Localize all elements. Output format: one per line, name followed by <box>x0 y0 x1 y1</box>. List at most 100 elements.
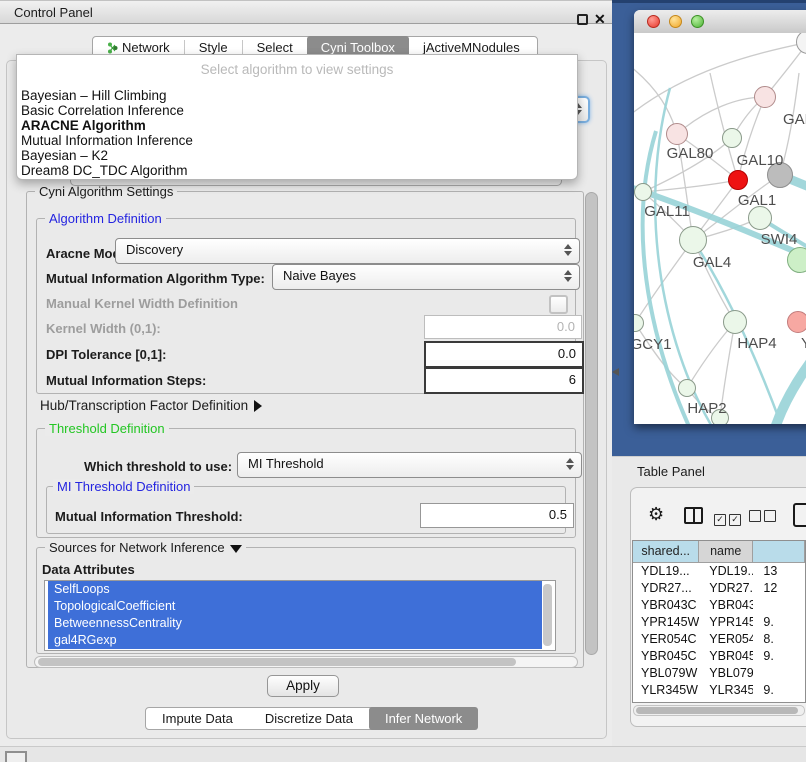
network-node-swi4[interactable] <box>787 247 806 273</box>
network-node[interactable] <box>787 311 806 333</box>
algorithm-option[interactable]: Bayesian – K2 <box>21 148 108 163</box>
table-row[interactable]: YBR043CYBR043C <box>633 597 805 614</box>
network-canvas[interactable]: GAL80 GAL10 GAL1 GAL11 SWI4 GAL4 GCY1 HA… <box>634 33 806 424</box>
kernel-width-field: 0.0 <box>424 315 582 339</box>
manual-kernel-checkbox[interactable] <box>549 295 568 314</box>
list-scrollbar-thumb[interactable] <box>543 584 552 646</box>
attribute-item[interactable]: SelfLoops <box>48 581 542 598</box>
network-edges <box>634 33 806 424</box>
mi-threshold-label: Mutual Information Threshold: <box>55 509 243 524</box>
network-window-titlebar[interactable] <box>634 10 806 34</box>
which-threshold-label: Which threshold to use: <box>84 459 232 474</box>
table-row[interactable]: YBL079WYBL079W <box>633 665 805 682</box>
collapse-down-icon[interactable] <box>230 545 242 553</box>
zoom-button[interactable] <box>691 15 704 28</box>
node-label: GCY1 <box>634 336 687 353</box>
table-row[interactable]: YJL052CYJL052C9 <box>633 699 805 703</box>
mi-threshold-field[interactable]: 0.5 <box>420 503 574 528</box>
dpi-tolerance-field[interactable]: 0.0 <box>424 341 584 368</box>
node-label: HAP4 <box>721 335 793 352</box>
algorithm-option[interactable]: Bayesian – Hill Climbing <box>21 88 167 103</box>
control-panel-title: Control Panel <box>14 5 93 20</box>
horizontal-scrollbar-thumb[interactable] <box>38 658 516 666</box>
algorithm-option[interactable]: Basic Correlation Inference <box>21 103 184 118</box>
algorithm-option[interactable]: Mutual Information Inference <box>21 133 193 148</box>
close-icon[interactable]: ✕ <box>594 11 606 28</box>
mi-steps-label: Mutual Information Steps: <box>46 373 206 388</box>
threshold-definition-legend: Threshold Definition <box>45 421 169 436</box>
screen: Control Panel ✕ Network Style Select Cyn… <box>0 0 806 762</box>
column-header-shared-name[interactable]: shared... <box>633 541 699 563</box>
document-icon[interactable] <box>793 503 806 527</box>
algorithm-dropdown-list: Select algorithm to view settings Bayesi… <box>16 54 578 180</box>
algorithm-option[interactable]: Dream8 DC_TDC Algorithm <box>21 163 188 178</box>
tab-discretize-data[interactable]: Discretize Data <box>249 707 369 730</box>
minimize-button[interactable] <box>669 15 682 28</box>
gear-icon[interactable]: ⚙ <box>648 505 664 523</box>
attribute-item[interactable]: BetweennessCentrality <box>48 615 542 632</box>
table-row[interactable]: YBR045CYBR045C9. <box>633 648 805 665</box>
node-label: GAL10 <box>724 152 796 169</box>
algorithm-option-selected[interactable]: ARACNE Algorithm <box>21 118 146 133</box>
column-header-name[interactable]: name <box>699 541 753 563</box>
float-window-icon[interactable] <box>577 14 588 25</box>
attribute-item[interactable]: gal4RGexp <box>48 632 542 649</box>
combo-stepper-icon <box>566 458 574 470</box>
table-header-row: shared... name <box>633 541 805 563</box>
close-button[interactable] <box>647 15 660 28</box>
apply-button[interactable]: Apply <box>267 675 339 697</box>
column-header[interactable] <box>753 541 805 563</box>
minimized-panel-icon[interactable] <box>5 751 27 762</box>
network-node-hap2[interactable] <box>678 379 696 397</box>
network-node-selected[interactable] <box>728 170 748 190</box>
combo-stepper-icon <box>564 244 572 256</box>
tab-impute-data[interactable]: Impute Data <box>146 707 249 730</box>
attribute-item[interactable]: TopologicalCoefficient <box>48 598 542 615</box>
network-node-gal1[interactable] <box>748 206 772 230</box>
manual-kernel-label: Manual Kernel Width Definition <box>46 296 238 311</box>
data-attributes-list[interactable]: SelfLoops TopologicalCoefficient Between… <box>44 580 556 651</box>
table-row[interactable]: YPR145WYPR145W9. <box>633 614 805 631</box>
mi-type-label: Mutual Information Algorithm Type: <box>46 271 265 286</box>
network-node-gal4[interactable] <box>679 226 707 254</box>
mi-type-combo[interactable]: Naive Bayes <box>272 264 580 290</box>
hub-definition-label: Hub/Transcription Factor Definition <box>40 398 248 413</box>
dropdown-placeholder: Select algorithm to view settings <box>17 62 577 77</box>
aracne-mode-combo[interactable]: Discovery <box>115 238 580 264</box>
network-node-gal80[interactable] <box>666 123 688 145</box>
mi-steps-field[interactable]: 6 <box>424 367 584 394</box>
table-panel-title: Table Panel <box>637 464 705 479</box>
which-threshold-combo[interactable]: MI Threshold <box>237 452 582 478</box>
node-label: GAL80 <box>654 145 726 162</box>
dpi-tolerance-label: DPI Tolerance [0,1]: <box>46 347 166 362</box>
mi-threshold-definition-legend: MI Threshold Definition <box>53 479 194 494</box>
settings-horizontal-scrollbar[interactable] <box>34 656 578 668</box>
table-row[interactable]: YLR345WYLR345W9. <box>633 682 805 699</box>
tab-infer-network[interactable]: Infer Network <box>369 707 478 730</box>
data-attributes-label: Data Attributes <box>42 562 135 577</box>
table-row[interactable]: YDL19...YDL19...13 <box>633 563 805 580</box>
network-node-hap4[interactable] <box>723 310 747 334</box>
bottom-strip <box>0 746 806 762</box>
table-horizontal-scrollbar[interactable] <box>633 705 805 716</box>
settings-vertical-scrollbar[interactable] <box>585 192 598 655</box>
node-label: SWI4 <box>743 231 806 248</box>
node-table[interactable]: shared... name YDL19...YDL19...13 YDR27.… <box>632 540 806 703</box>
node-label: GAL1 <box>721 192 793 209</box>
table-row[interactable]: YER054CYER054C8. <box>633 631 805 648</box>
network-node[interactable] <box>754 86 776 108</box>
table-scrollbar-thumb[interactable] <box>636 707 798 714</box>
mi-type-value: Naive Bayes <box>283 268 356 283</box>
hub-definition-expander[interactable]: Hub/Transcription Factor Definition <box>40 398 262 413</box>
select-all-checkboxes-icon[interactable]: ✓✓ <box>714 509 744 527</box>
table-row[interactable]: YDR27...YDR27...12 <box>633 580 805 597</box>
settings-group-title: Cyni Algorithm Settings <box>35 184 177 199</box>
aracne-mode-value: Discovery <box>126 242 183 257</box>
clear-all-checkboxes-icon[interactable] <box>749 509 779 527</box>
bottom-tabbar: Impute Data Discretize Data Infer Networ… <box>145 707 467 730</box>
network-icon <box>107 42 118 54</box>
network-node-gal11[interactable] <box>634 183 652 201</box>
sources-legend: Sources for Network Inference <box>45 540 246 555</box>
node-label: HAP2 <box>671 400 743 417</box>
columns-icon[interactable] <box>684 507 703 524</box>
